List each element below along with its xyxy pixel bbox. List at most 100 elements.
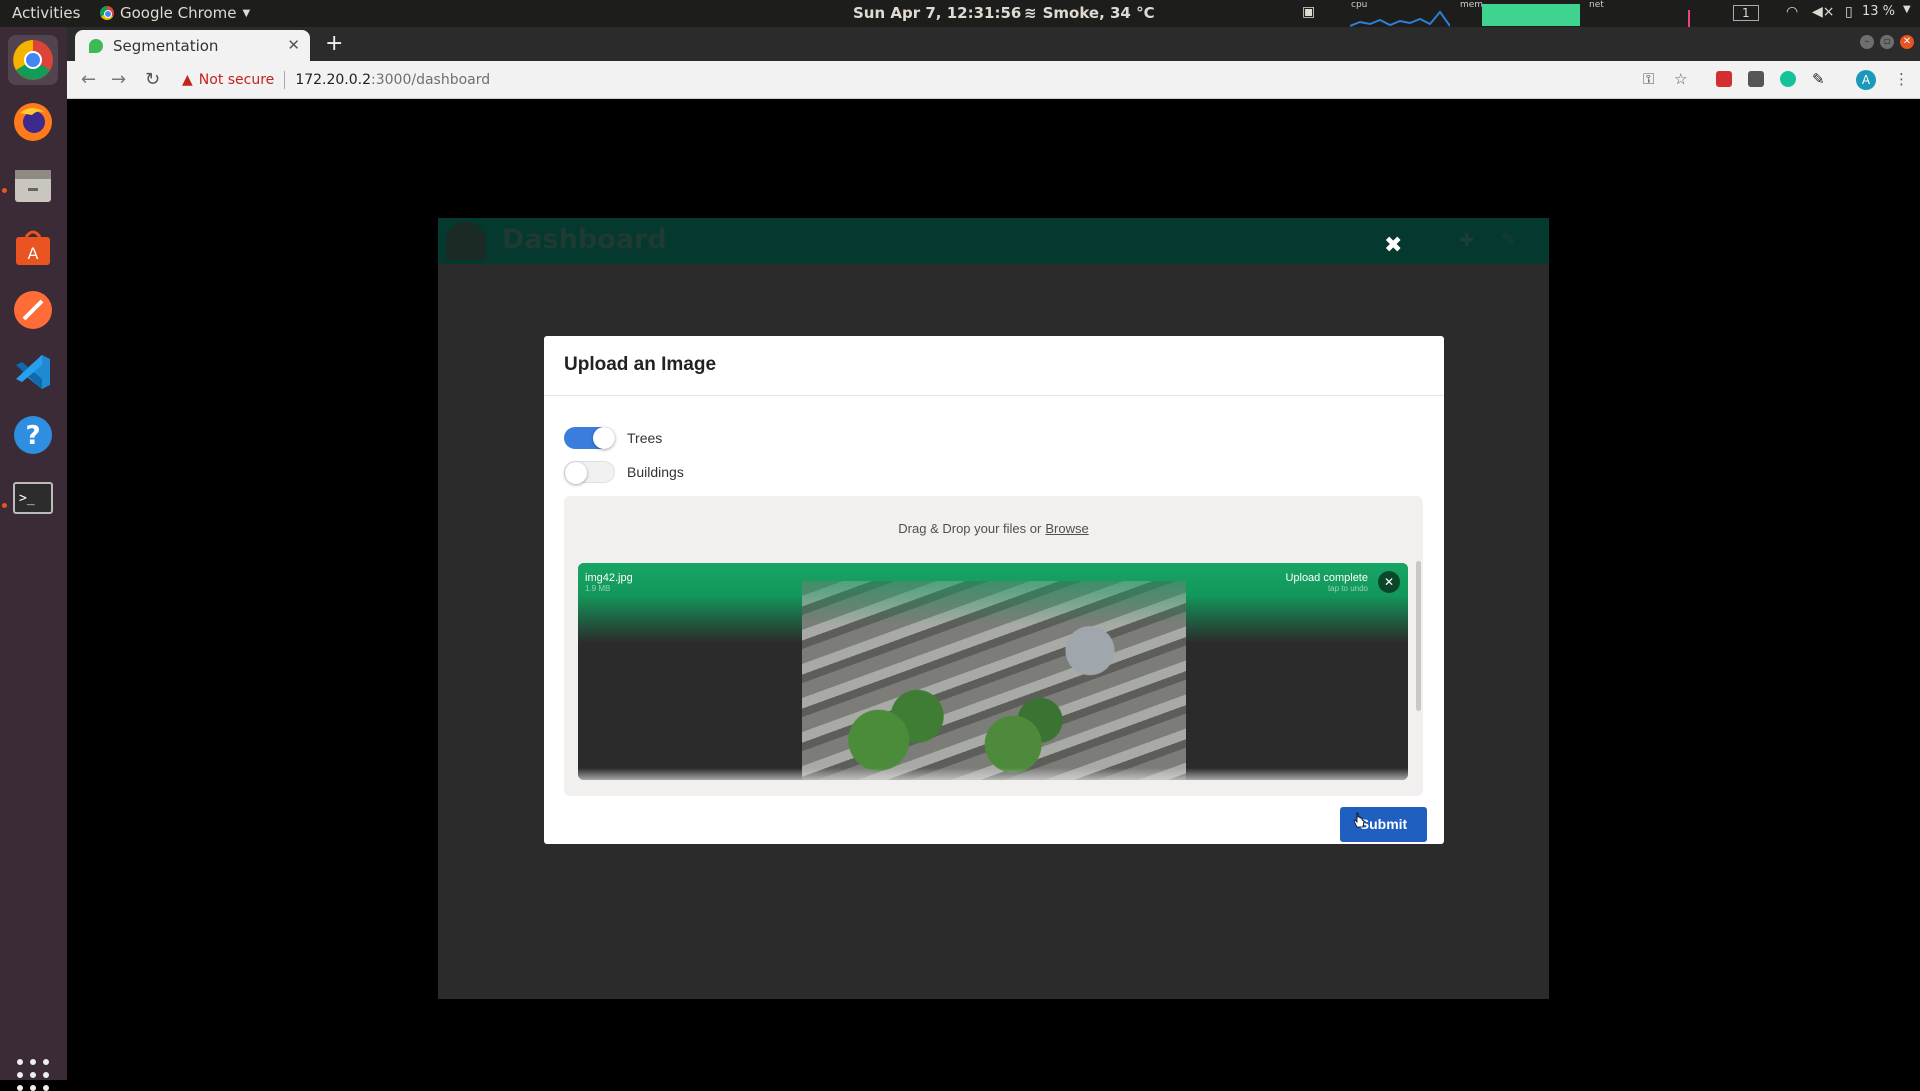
maximize-icon[interactable]: ▫	[1880, 35, 1894, 49]
file-size: 1.9 MB	[585, 584, 611, 593]
clock[interactable]: Sun Apr 7, 12:31:56	[853, 4, 1021, 22]
dock-chrome[interactable]	[8, 35, 58, 85]
upload-status: Upload complete	[1285, 572, 1368, 584]
cpu-monitor: cpu	[1349, 0, 1451, 27]
weather-text: Smoke, 34 °C	[1042, 4, 1155, 22]
address-bar[interactable]: ▲ Not secure 172.20.0.2:3000/dashboard	[182, 66, 490, 94]
profile-avatar[interactable]: A	[1856, 70, 1876, 90]
mem-label: mem	[1460, 0, 1484, 10]
battery-icon[interactable]: ▯	[1845, 4, 1853, 20]
app-menu[interactable]: Google Chrome ▼	[100, 4, 250, 22]
dashboard-title: Dashboard	[502, 224, 667, 255]
toggle-trees[interactable]: Trees	[564, 427, 662, 449]
network-graph	[1688, 10, 1690, 27]
dock-files[interactable]	[8, 160, 58, 210]
dock-firefox[interactable]	[8, 97, 58, 147]
dropzone-text: Drag & Drop your files or	[898, 521, 1042, 536]
extension-pen-icon[interactable]: ✎	[1812, 70, 1825, 88]
chrome-icon	[100, 6, 114, 20]
trees-switch[interactable]	[564, 427, 615, 449]
preview-bottom-fade	[578, 768, 1408, 780]
back-icon[interactable]: ←	[81, 69, 96, 90]
mouse-cursor-icon	[1353, 812, 1365, 828]
bookmark-star-icon[interactable]: ☆	[1674, 70, 1687, 88]
dock-help[interactable]: ?	[8, 410, 58, 460]
file-name: img42.jpg	[585, 572, 633, 584]
close-window-icon[interactable]: ✕	[1900, 35, 1914, 49]
add-icon[interactable]: ✚	[1459, 230, 1474, 251]
file-manager-icon	[15, 170, 51, 202]
close-tab-icon[interactable]: ✕	[287, 36, 300, 54]
upload-modal: Upload an Image Trees Buildings Drag & D…	[544, 336, 1444, 844]
new-tab-button[interactable]: +	[325, 31, 343, 56]
tab-title: Segmentation	[113, 36, 219, 55]
dropzone-label: Drag & Drop your files or Browse	[564, 521, 1423, 536]
grammarly-icon[interactable]	[1780, 71, 1796, 87]
cpu-label: cpu	[1351, 0, 1368, 10]
key-icon[interactable]: ⚿	[1643, 70, 1654, 88]
buildings-label: Buildings	[627, 464, 684, 480]
url-path: :3000/dashboard	[371, 72, 491, 88]
haze-icon: ≋	[1024, 4, 1037, 22]
warning-icon: ▲	[182, 72, 193, 88]
minimize-icon[interactable]: –	[1860, 35, 1874, 49]
app-menu-label: Google Chrome	[120, 4, 237, 22]
chevron-down-icon: ▼	[242, 7, 251, 19]
buildings-switch[interactable]	[564, 461, 615, 484]
weather-indicator[interactable]: ≋ Smoke, 34 °C	[1024, 4, 1155, 22]
net-label: net	[1589, 0, 1604, 10]
undo-close-icon[interactable]: ✕	[1378, 571, 1400, 593]
gauge-icon	[446, 222, 486, 260]
url-host: 172.20.0.2	[295, 72, 372, 88]
undo-hint: tap to undo	[1327, 584, 1368, 593]
security-label[interactable]: Not secure	[199, 72, 275, 88]
firefox-icon	[14, 103, 52, 141]
modal-close-icon[interactable]: ✖	[1384, 233, 1402, 258]
software-center-icon: A	[16, 230, 50, 265]
wifi-icon[interactable]: ◠	[1786, 4, 1798, 20]
extension-shield-icon[interactable]	[1748, 71, 1764, 87]
uploaded-file-item: img42.jpg 1.9 MB Upload complete tap to …	[578, 563, 1408, 780]
memory-monitor: mem	[1460, 0, 1580, 27]
toggle-buildings[interactable]: Buildings	[564, 461, 684, 484]
dropzone-scrollbar[interactable]	[1416, 561, 1421, 711]
battery-percent: 13 %	[1862, 4, 1896, 19]
dock-software[interactable]: A	[8, 223, 58, 273]
file-dropzone[interactable]: Drag & Drop your files or Browse img42.jp…	[564, 496, 1423, 796]
system-top-bar: Activities Google Chrome ▼ Sun Apr 7, 12…	[0, 0, 1920, 27]
chrome-icon	[13, 40, 53, 80]
show-applications-icon[interactable]	[17, 1059, 49, 1091]
tab-strip: Segmentation ✕ + – ▫ ✕	[67, 27, 1920, 61]
dashboard-header: Dashboard ✚ ✎	[438, 218, 1549, 264]
browser-toolbar: ← → ↻ ▲ Not secure 172.20.0.2:3000/dashb…	[67, 61, 1920, 99]
menu-kebab-icon[interactable]: ⋮	[1894, 70, 1909, 88]
preview-overlay	[802, 581, 1186, 626]
postman-icon	[14, 291, 52, 329]
dock-vscode[interactable]	[8, 347, 58, 397]
modal-title: Upload an Image	[564, 354, 717, 375]
wrench-icon[interactable]: ✎	[1501, 230, 1516, 251]
dock-postman[interactable]	[8, 285, 58, 335]
browse-link[interactable]: Browse	[1045, 521, 1088, 536]
workspace-indicator[interactable]: 1	[1733, 5, 1759, 21]
system-menu-chevron-icon[interactable]: ▼	[1903, 4, 1911, 15]
forward-icon[interactable]: →	[111, 69, 126, 90]
running-indicator	[2, 188, 7, 193]
tab-segmentation[interactable]: Segmentation ✕	[75, 30, 310, 61]
vscode-icon	[16, 355, 50, 389]
memory-graph	[1482, 4, 1580, 26]
switch-knob	[593, 427, 615, 449]
running-indicator	[2, 503, 7, 508]
omnibox-divider	[284, 71, 286, 89]
trees-label: Trees	[627, 430, 663, 446]
screenshot-icon[interactable]: ▣	[1302, 4, 1315, 20]
network-monitor: net	[1588, 0, 1698, 27]
activities-button[interactable]: Activities	[12, 4, 80, 22]
favicon-leaf-icon	[89, 38, 103, 53]
dock-terminal[interactable]: >_	[8, 473, 58, 523]
help-icon: ?	[14, 416, 52, 454]
launcher-dock: A ? >_	[0, 27, 67, 1091]
extension-red-icon[interactable]	[1716, 71, 1732, 87]
reload-icon[interactable]: ↻	[145, 69, 160, 90]
volume-muted-icon[interactable]: ◀×	[1812, 4, 1835, 20]
